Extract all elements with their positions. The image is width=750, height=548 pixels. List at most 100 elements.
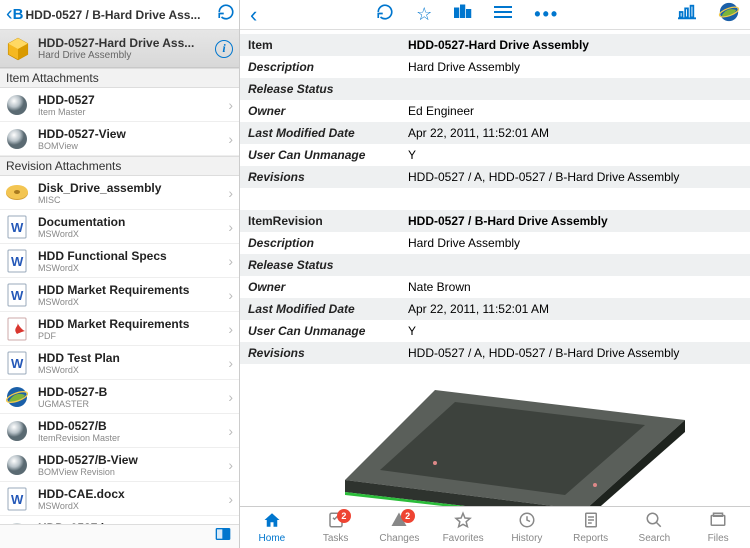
list-item[interactable]: WDocumentationMSWordX› — [0, 210, 239, 244]
main-split: ‹ B HDD-0527 / B-Hard Drive Ass... HDD-0… — [0, 0, 750, 548]
reports-icon — [581, 511, 601, 532]
panels-icon[interactable] — [454, 4, 472, 25]
section-header: Item Attachments — [0, 68, 239, 88]
refresh-icon[interactable] — [217, 3, 235, 26]
table-row: User Can UnmanageY — [240, 320, 750, 342]
active-item-subtitle: Hard Drive Assembly — [38, 50, 215, 61]
sidebar: ‹ B HDD-0527 / B-Hard Drive Ass... HDD-0… — [0, 0, 240, 548]
revision-table: ItemRevisionHDD-0527 / B-Hard Drive Asse… — [240, 210, 750, 364]
chart-icon[interactable] — [678, 4, 696, 25]
row-key: User Can Unmanage — [240, 144, 400, 166]
cube-icon — [4, 35, 32, 63]
word-icon: W — [4, 248, 30, 274]
list-item[interactable]: HDD Market RequirementsPDF› — [0, 312, 239, 346]
tab-search[interactable]: Search — [623, 507, 687, 548]
sidebar-header: ‹ B HDD-0527 / B-Hard Drive Ass... — [0, 0, 239, 30]
tab-tasks[interactable]: 2Tasks — [304, 507, 368, 548]
table-row: RevisionsHDD-0527 / A, HDD-0527 / B-Hard… — [240, 342, 750, 364]
item-title: HDD Market Requirements — [38, 317, 228, 331]
row-key: Owner — [240, 100, 400, 122]
list-item[interactable]: HDD-0527-ViewBOMView› — [0, 122, 239, 156]
item-title: HDD Test Plan — [38, 351, 228, 365]
item-subtitle: Item Master — [38, 107, 228, 117]
content-pane: ‹ ☆ ••• ItemHDD-0527-Hard Drive Assembly… — [240, 0, 750, 548]
hard-drive-3d-icon — [285, 364, 705, 506]
list-item[interactable]: Disk_Drive_assemblyMISC› — [0, 176, 239, 210]
row-val: Apr 22, 2011, 11:52:01 AM — [400, 122, 750, 144]
disk-icon — [4, 180, 30, 206]
globe-icon — [4, 384, 30, 410]
sidebar-list[interactable]: Item AttachmentsHDD-0527Item Master›HDD-… — [0, 68, 239, 524]
item-subtitle: BOMView — [38, 141, 228, 151]
star-icon[interactable]: ☆ — [416, 4, 432, 25]
word-icon: W — [4, 282, 30, 308]
tab-label: Home — [259, 533, 286, 544]
globe-logo-icon[interactable] — [718, 1, 740, 28]
list-item[interactable]: HDD-0527/B-ViewBOMView Revision› — [0, 448, 239, 482]
row-key: Revisions — [240, 342, 400, 364]
item-title: Disk_Drive_assembly — [38, 181, 228, 195]
table-row: Last Modified DateApr 22, 2011, 11:52:01… — [240, 298, 750, 320]
table-row: Last Modified DateApr 22, 2011, 11:52:01… — [240, 122, 750, 144]
list-item[interactable]: WHDD-CAE.docxMSWordX› — [0, 482, 239, 516]
item-subtitle: MSWordX — [38, 229, 228, 239]
sidebar-active-item[interactable]: HDD-0527-Hard Drive Ass... Hard Drive As… — [0, 30, 239, 68]
list-item[interactable]: HDD-0527-BUGMASTER› — [0, 380, 239, 414]
3d-viewer[interactable] — [240, 364, 750, 506]
tab-label: Changes — [379, 533, 419, 544]
tab-history[interactable]: History — [495, 507, 559, 548]
table-header-key: ItemRevision — [240, 210, 400, 232]
row-key: Release Status — [240, 78, 400, 100]
tab-favorites[interactable]: Favorites — [431, 507, 495, 548]
list-item[interactable]: WHDD Functional SpecsMSWordX› — [0, 244, 239, 278]
item-table: ItemHDD-0527-Hard Drive AssemblyDescript… — [240, 34, 750, 188]
item-title: Documentation — [38, 215, 228, 229]
svg-text:W: W — [11, 254, 24, 269]
expand-icon[interactable] — [215, 527, 231, 546]
chevron-right-icon: › — [228, 253, 233, 269]
more-icon[interactable]: ••• — [534, 4, 559, 25]
tab-reports[interactable]: Reports — [559, 507, 623, 548]
row-val: Y — [400, 320, 750, 342]
refresh-icon[interactable] — [376, 3, 394, 26]
list-item[interactable]: HDD_0527.jtDirectModel› — [0, 516, 239, 524]
back-prefix[interactable]: B — [13, 6, 24, 23]
active-item-title: HDD-0527-Hard Drive Ass... — [38, 36, 215, 50]
table-row: User Can UnmanageY — [240, 144, 750, 166]
tab-label: History — [511, 533, 542, 544]
list-item[interactable]: WHDD Test PlanMSWordX› — [0, 346, 239, 380]
list-item[interactable]: HDD-0527/BItemRevision Master› — [0, 414, 239, 448]
list-item[interactable]: WHDD Market RequirementsMSWordX› — [0, 278, 239, 312]
item-title: HDD-0527 — [38, 93, 228, 107]
chevron-right-icon: › — [228, 131, 233, 147]
item-subtitle: UGMASTER — [38, 399, 228, 409]
tab-files[interactable]: Files — [686, 507, 750, 548]
tab-home[interactable]: Home — [240, 507, 304, 548]
tab-changes[interactable]: 2 Changes — [368, 507, 432, 548]
pdf-icon — [4, 316, 30, 342]
item-title: HDD Market Requirements — [38, 283, 228, 297]
tab-bar: Home 2Tasks 2 Changes Favorites History Report… — [240, 506, 750, 548]
row-val: Ed Engineer — [400, 100, 750, 122]
row-val: Y — [400, 144, 750, 166]
tab-label: Favorites — [443, 533, 484, 544]
row-key: User Can Unmanage — [240, 320, 400, 342]
item-subtitle: MSWordX — [38, 263, 228, 273]
home-icon — [262, 511, 282, 532]
badge: 2 — [401, 509, 415, 523]
row-val — [400, 78, 750, 100]
info-icon[interactable]: i — [215, 40, 233, 58]
word-icon: W — [4, 486, 30, 512]
item-subtitle: PDF — [38, 331, 228, 341]
content-back-icon[interactable]: ‹ — [250, 2, 257, 28]
item-subtitle: ItemRevision Master — [38, 433, 228, 443]
table-row: RevisionsHDD-0527 / A, HDD-0527 / B-Hard… — [240, 166, 750, 188]
chevron-right-icon: › — [228, 287, 233, 303]
list-icon[interactable] — [494, 5, 512, 24]
row-val: Hard Drive Assembly — [400, 232, 750, 254]
list-item[interactable]: HDD-0527Item Master› — [0, 88, 239, 122]
sphere-icon — [4, 92, 30, 118]
sphere-icon — [4, 126, 30, 152]
spacer — [240, 188, 750, 210]
row-val: HDD-0527 / A, HDD-0527 / B-Hard Drive As… — [400, 166, 750, 188]
